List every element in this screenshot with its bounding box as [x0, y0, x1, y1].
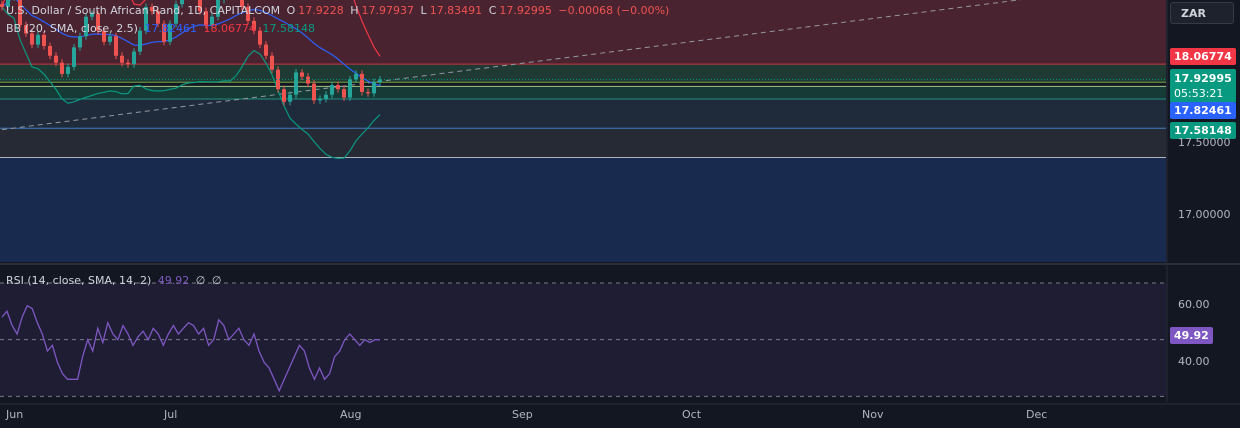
price-zone: [0, 157, 1166, 262]
candle-body: [108, 36, 112, 42]
low-label: L: [420, 4, 427, 17]
close-value: 17.92995: [499, 4, 552, 17]
last-price-tag: 17.92995 05:53:21: [1170, 69, 1236, 103]
x-label-aug: Aug: [340, 408, 362, 421]
bb-basis-price-tag: 17.82461: [1170, 102, 1236, 119]
candle-body: [318, 98, 322, 101]
countdown-text: 05:53:21: [1174, 87, 1224, 100]
x-label-jun: Jun: [6, 408, 24, 421]
price-zone: [0, 128, 1166, 158]
x-label-jul: Jul: [164, 408, 178, 421]
candle-body: [282, 89, 286, 102]
candle-body: [312, 83, 316, 101]
bb-lower-value: 17.58148: [262, 22, 315, 35]
last-price-text: 17.92995: [1174, 72, 1232, 85]
close-label: C: [488, 4, 497, 17]
bb-basis-value: 17.82461: [144, 22, 197, 35]
candle-body: [48, 45, 52, 56]
candle-body: [36, 34, 40, 45]
candle-body: [126, 62, 130, 65]
candle-body: [66, 66, 70, 74]
candle-body: [336, 85, 340, 90]
chart-canvas[interactable]: [0, 0, 1240, 428]
bb-upper-price-text: 18.06774: [1174, 50, 1232, 63]
change-value: −0.00068 (−0.00%): [558, 4, 670, 17]
bb-basis-price-text: 17.82461: [1174, 104, 1232, 117]
candle-body: [354, 73, 358, 80]
symbol-title: U.S. Dollar / South African Rand, 1D, CA…: [6, 4, 281, 17]
bb-label: BB (20, SMA, close, 2.5): [6, 22, 138, 35]
price-zone: [0, 98, 1166, 129]
candle-body: [342, 89, 346, 98]
candle-body: [264, 44, 268, 56]
candle-body: [120, 55, 124, 63]
bb-legend[interactable]: BB (20, SMA, close, 2.5) 17.82461 18.067…: [6, 22, 318, 36]
low-value: 17.83491: [429, 4, 483, 17]
x-label-dec: Dec: [1026, 408, 1048, 421]
candle-body: [348, 79, 352, 98]
candle-body: [72, 47, 76, 67]
currency-selector[interactable]: ZAR: [1170, 2, 1234, 24]
rsi-extra-2: ∅: [211, 274, 222, 287]
currency-label: ZAR: [1181, 7, 1206, 20]
candle-body: [132, 51, 136, 65]
rsi-legend[interactable]: RSI (14, close, SMA, 14, 2) 49.92 ∅ ∅: [6, 274, 224, 288]
candle-body: [294, 72, 298, 95]
rsi-value: 49.92: [157, 274, 190, 287]
candle-body: [360, 73, 364, 92]
bb-upper-value: 18.06774: [203, 22, 256, 35]
x-label-sep: Sep: [512, 408, 533, 421]
high-label: H: [350, 4, 359, 17]
rsi-extra-1: ∅: [195, 274, 206, 287]
price-tick-1: 17.50000: [1178, 136, 1231, 149]
candle-body: [54, 55, 58, 63]
candle-body: [366, 91, 370, 94]
price-tick-2: 17.00000: [1178, 208, 1231, 221]
symbol-legend: U.S. Dollar / South African Rand, 1D, CA…: [6, 4, 672, 18]
high-value: 17.97937: [361, 4, 415, 17]
candle-body: [0, 4, 4, 7]
candle-body: [270, 55, 274, 70]
rsi-label: RSI (14, close, SMA, 14, 2): [6, 274, 152, 287]
x-label-oct: Oct: [682, 408, 702, 421]
open-value: 17.9228: [298, 4, 344, 17]
rsi-value-tag: 49.92: [1170, 327, 1213, 344]
candle-body: [114, 36, 118, 56]
candle-body: [330, 85, 334, 95]
candle-body: [372, 82, 376, 94]
rsi-tag-text: 49.92: [1174, 329, 1209, 342]
candle-body: [78, 36, 82, 48]
candle-body: [300, 72, 304, 77]
candle-body: [324, 94, 328, 99]
x-label-nov: Nov: [862, 408, 884, 421]
candle-body: [42, 34, 46, 46]
candle-body: [306, 76, 310, 84]
rsi-tick-60: 60.00: [1178, 298, 1210, 311]
rsi-tick-40: 40.00: [1178, 355, 1210, 368]
open-label: O: [286, 4, 296, 17]
rsi-band-fill: [0, 283, 1166, 397]
bb-upper-price-tag: 18.06774: [1170, 48, 1236, 65]
candle-body: [288, 94, 292, 102]
candle-body: [60, 62, 64, 74]
